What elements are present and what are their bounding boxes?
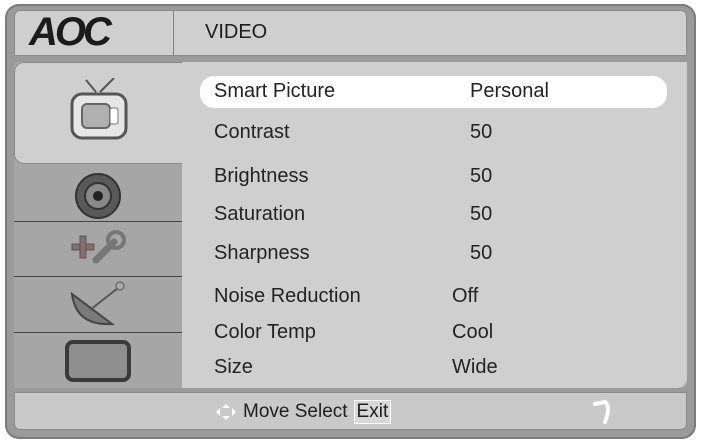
menu-item-brightness[interactable]: Brightness 50 bbox=[182, 161, 682, 193]
menu-item-label: Color Temp bbox=[214, 321, 316, 343]
settings-menu: Smart Picture Personal Contrast 50 Brigh… bbox=[182, 62, 687, 388]
tab-setup[interactable] bbox=[14, 222, 182, 277]
menu-item-label: Sharpness bbox=[214, 242, 310, 264]
tv-icon bbox=[70, 78, 127, 140]
menu-item-color-temp[interactable]: Color Temp Cool bbox=[182, 317, 682, 349]
menu-item-value: Personal bbox=[470, 80, 549, 102]
tab-picture[interactable] bbox=[14, 62, 182, 164]
menu-item-noise-reduction[interactable]: Noise Reduction Off bbox=[182, 281, 682, 313]
menu-item-saturation[interactable]: Saturation 50 bbox=[182, 199, 682, 231]
footer-hint: Move Select Exit bbox=[215, 400, 392, 424]
menu-item-label: Noise Reduction bbox=[214, 285, 361, 307]
menu-item-label: Contrast bbox=[214, 121, 290, 143]
move-select-label: Move Select bbox=[243, 401, 348, 422]
menu-item-value: Wide bbox=[452, 356, 498, 378]
menu-item-smart-picture[interactable]: Smart Picture Personal bbox=[200, 76, 667, 108]
exit-button[interactable]: Exit bbox=[353, 400, 392, 424]
menu-item-value: 50 bbox=[470, 165, 493, 187]
menu-item-value: 50 bbox=[470, 121, 493, 143]
menu-item-value: Cool bbox=[452, 321, 494, 343]
menu-item-label: Smart Picture bbox=[214, 80, 336, 102]
osd-footer: Move Select Exit bbox=[14, 392, 687, 430]
menu-item-label: Brightness bbox=[214, 165, 309, 187]
header-divider bbox=[173, 11, 174, 55]
page-title: VIDEO bbox=[205, 21, 268, 43]
tab-channel[interactable] bbox=[14, 277, 182, 333]
speaker-icon bbox=[75, 172, 121, 219]
return-arrow-icon[interactable] bbox=[591, 398, 619, 424]
tab-sound[interactable] bbox=[14, 166, 182, 222]
satellite-dish-icon bbox=[70, 281, 125, 325]
menu-item-contrast[interactable]: Contrast 50 bbox=[182, 117, 682, 149]
brand-logo: AOC bbox=[29, 10, 112, 54]
menu-item-label: Size bbox=[214, 356, 253, 378]
tools-icon bbox=[71, 230, 126, 264]
osd-body: Smart Picture Personal Contrast 50 Brigh… bbox=[14, 62, 687, 388]
menu-item-value: Off bbox=[452, 285, 479, 307]
tab-screen[interactable] bbox=[14, 333, 182, 388]
menu-item-value: 50 bbox=[470, 242, 493, 264]
navigation-arrows-icon bbox=[216, 404, 236, 420]
menu-item-sharpness[interactable]: Sharpness 50 bbox=[182, 238, 682, 270]
osd-header: AOC VIDEO bbox=[14, 10, 687, 56]
category-sidebar bbox=[14, 62, 182, 388]
monitor-icon bbox=[65, 339, 131, 382]
menu-item-size[interactable]: Size Wide bbox=[182, 352, 682, 384]
menu-item-label: Saturation bbox=[214, 203, 306, 225]
menu-item-value: 50 bbox=[470, 203, 493, 225]
